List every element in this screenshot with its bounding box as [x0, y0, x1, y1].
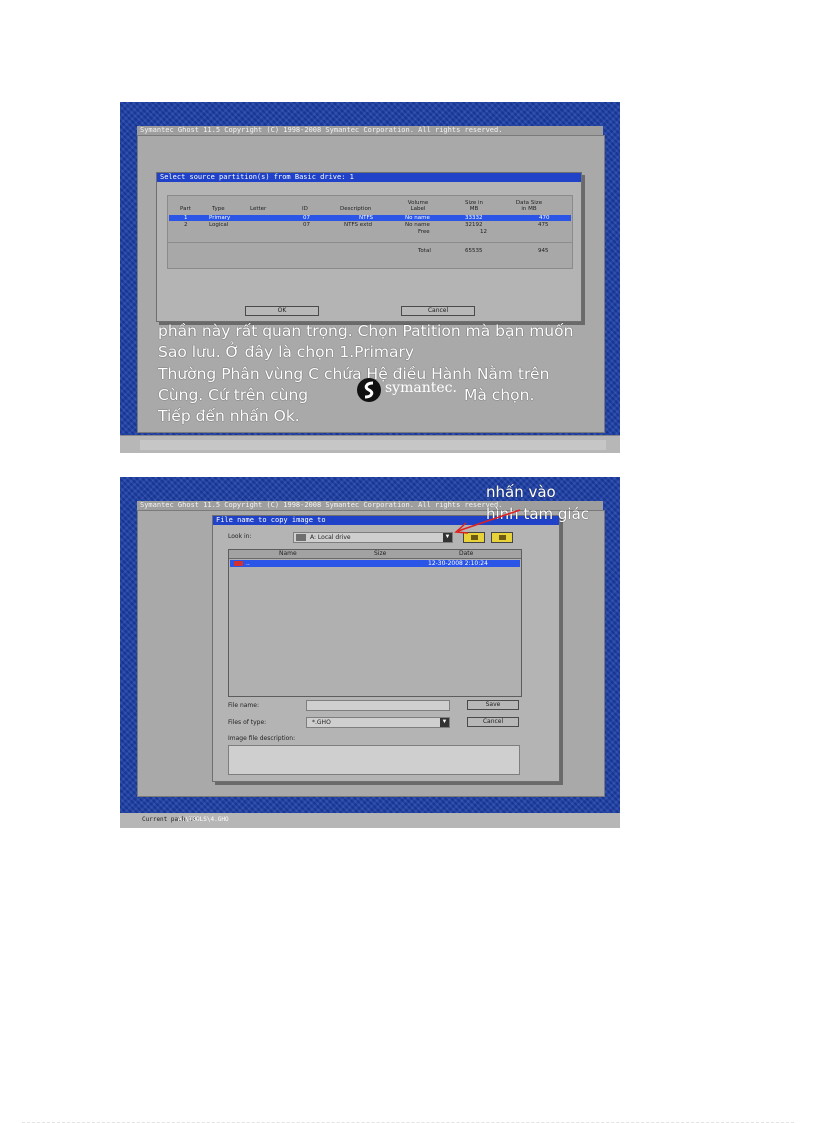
col-size: Size — [374, 550, 387, 557]
look-in-label: Look in: — [228, 533, 252, 540]
cell-size: 33332 — [465, 215, 483, 221]
chevron-down-icon[interactable]: ▼ — [440, 718, 449, 727]
cancel-button[interactable]: Cancel — [401, 306, 475, 316]
col-id: ID — [302, 206, 308, 212]
look-in-dropdown[interactable]: A: Local drive ▼ — [293, 532, 453, 543]
app-title-bar: Symantec Ghost 11.5 Copyright (C) 1998-2… — [137, 126, 603, 135]
symantec-logo-icon — [357, 378, 381, 402]
file-row-name: .. — [246, 560, 250, 567]
col-name: Name — [279, 550, 297, 557]
cell-id: 07 — [303, 222, 310, 228]
cell-description: NTFS extd — [344, 222, 372, 228]
col-size: Size in MB — [464, 200, 484, 212]
divider — [168, 242, 572, 243]
file-row-date: 12-30-2008 2:10:24 — [428, 560, 488, 567]
image-description-label: Image file description: — [228, 735, 296, 742]
file-list[interactable]: Name Size Date .. 12-30-2008 2:10:24 — [228, 549, 522, 697]
screenshot-save-image: Symantec Ghost 11.5 Copyright (C) 1998-2… — [120, 477, 620, 828]
parent-folder-icon — [234, 561, 243, 566]
dialog-title: Select source partition(s) from Basic dr… — [157, 173, 581, 182]
cell-type: Primary — [209, 215, 231, 221]
instruction-line-5: Tiếp đến nhấn Ok. — [158, 407, 300, 425]
cell-type: Logical — [209, 222, 229, 228]
file-row-selected[interactable]: .. 12-30-2008 2:10:24 — [230, 560, 520, 567]
partition-table: Part Type Letter ID Description Volume L… — [167, 195, 573, 269]
file-name-label: File name: — [228, 702, 259, 709]
col-volume-label: Volume Label — [407, 200, 429, 212]
cell-part: 2 — [184, 222, 188, 228]
instruction-line-3: Thường Phân vùng C chứa Hệ điều Hành Nằm… — [158, 365, 550, 383]
screenshot-partition-select: Symantec Ghost 11.5 Copyright (C) 1998-2… — [120, 102, 620, 453]
current-path-bar: Current path is: A:\TOOLS\4.GHO — [120, 813, 620, 828]
look-in-value: A: Local drive — [310, 534, 351, 541]
total-size: 65535 — [465, 248, 483, 254]
instruction-line-2: Sao lưu. Ở đây là chọn 1.Primary — [158, 343, 415, 361]
status-bar — [120, 435, 620, 453]
file-list-header: Name Size Date — [229, 550, 521, 559]
cell-description: NTFS — [359, 215, 374, 221]
instruction-line-1: phần này rất quan trọng. Chọn Patition m… — [158, 322, 574, 340]
partition-dialog: Select source partition(s) from Basic dr… — [156, 172, 582, 322]
cell-label: No name — [405, 222, 430, 228]
instruction-line-4b: Mà chọn. — [464, 386, 535, 404]
files-of-type-value: *.GHO — [312, 719, 331, 726]
col-description: Description — [340, 206, 372, 212]
annotation-line-1: nhấn vào — [486, 483, 556, 501]
cell-data-size: 475 — [538, 222, 549, 228]
col-type: Type — [212, 206, 225, 212]
symantec-logo: symantec. — [356, 377, 464, 403]
symantec-logo-text: symantec. — [385, 380, 457, 396]
cell-data-size: 470 — [539, 215, 550, 221]
cell-size: 32192 — [465, 222, 483, 228]
cell-label: No name — [405, 215, 430, 221]
col-data-size: Data Size in MB — [515, 200, 543, 212]
files-of-type-dropdown[interactable]: *.GHO ▼ — [306, 717, 450, 728]
total-data-size: 945 — [538, 248, 549, 254]
col-letter: Letter — [250, 206, 267, 212]
save-button[interactable]: Save — [467, 700, 519, 710]
file-save-dialog: File name to copy image to Look in: A: L… — [212, 515, 560, 782]
cell-label: Free — [418, 229, 430, 235]
col-date: Date — [459, 550, 474, 557]
cell-id: 07 — [303, 215, 310, 221]
image-description-input[interactable] — [228, 745, 520, 775]
file-name-input[interactable] — [306, 700, 450, 711]
ok-button[interactable]: OK — [245, 306, 319, 316]
cell-size: 12 — [480, 229, 487, 235]
col-part: Part — [180, 206, 191, 212]
table-row-selected[interactable]: 1 Primary 07 NTFS No name 33332 470 — [169, 215, 571, 221]
files-of-type-label: Files of type: — [228, 719, 267, 726]
total-label: Total — [418, 248, 431, 254]
current-path-value: A:\TOOLS\4.GHO — [178, 816, 229, 823]
annotation-arrow-icon — [454, 509, 521, 534]
cell-part: 1 — [184, 215, 188, 221]
drive-icon — [296, 534, 306, 541]
instruction-line-4: Cùng. Cứ trên cùng — [158, 386, 309, 404]
cancel-button[interactable]: Cancel — [467, 717, 519, 727]
